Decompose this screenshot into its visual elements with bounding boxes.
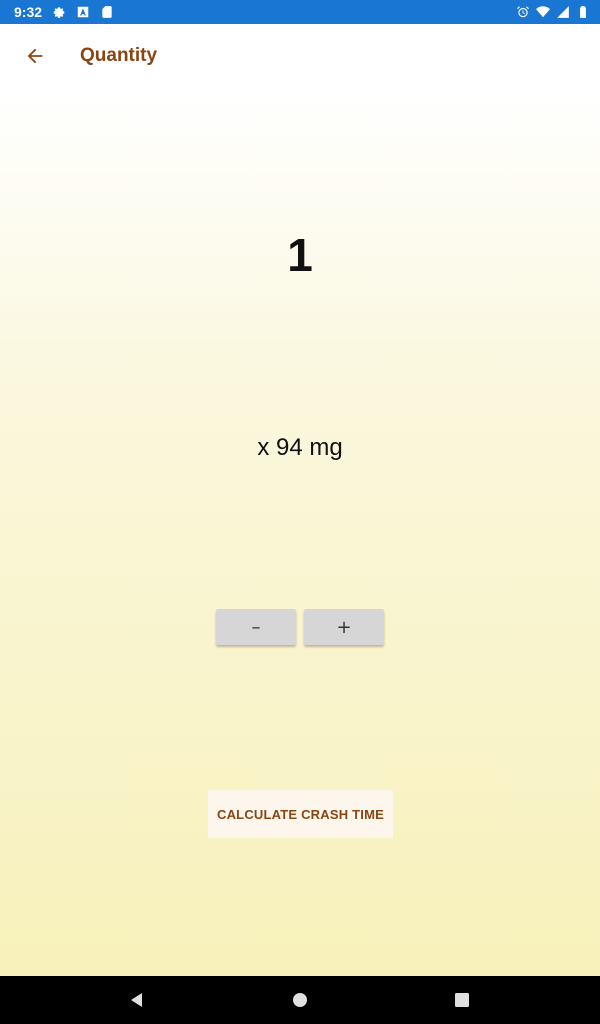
calculate-crash-time-button[interactable]: CALCULATE CRASH TIME <box>208 790 393 838</box>
sd-card-icon <box>100 5 114 19</box>
status-right <box>516 5 590 19</box>
status-left: 9:32 <box>14 4 114 20</box>
a-badge-icon <box>76 5 90 19</box>
arrow-back-icon <box>27 48 43 64</box>
quantity-value: 1 <box>287 229 313 281</box>
decrement-button[interactable]: – <box>216 609 296 645</box>
back-button[interactable] <box>15 36 55 76</box>
alarm-icon <box>516 5 530 19</box>
wifi-icon <box>536 5 550 19</box>
increment-button[interactable]: + <box>304 609 384 645</box>
nav-home-button[interactable] <box>288 988 312 1012</box>
recents-square-icon <box>455 993 469 1007</box>
nav-bar <box>0 976 600 1024</box>
home-circle-icon <box>293 993 307 1007</box>
nav-recents-button[interactable] <box>450 988 474 1012</box>
main-content: 1 x 94 mg – + CALCULATE CRASH TIME <box>0 88 600 976</box>
quantity-stepper: – + <box>216 609 384 645</box>
status-bar: 9:32 <box>0 0 600 24</box>
nav-back-button[interactable] <box>125 988 149 1012</box>
status-time: 9:32 <box>14 4 43 20</box>
page-title: Quantity <box>80 45 158 66</box>
app-bar: Quantity <box>0 24 600 88</box>
settings-icon <box>52 5 66 19</box>
signal-icon <box>556 5 570 19</box>
dose-label: x 94 mg <box>257 434 343 461</box>
back-triangle-icon <box>131 993 142 1007</box>
battery-icon <box>576 5 590 19</box>
screen: 9:32 Quantity 1 x 94 mg – + CALCULATE CR… <box>0 0 600 1024</box>
